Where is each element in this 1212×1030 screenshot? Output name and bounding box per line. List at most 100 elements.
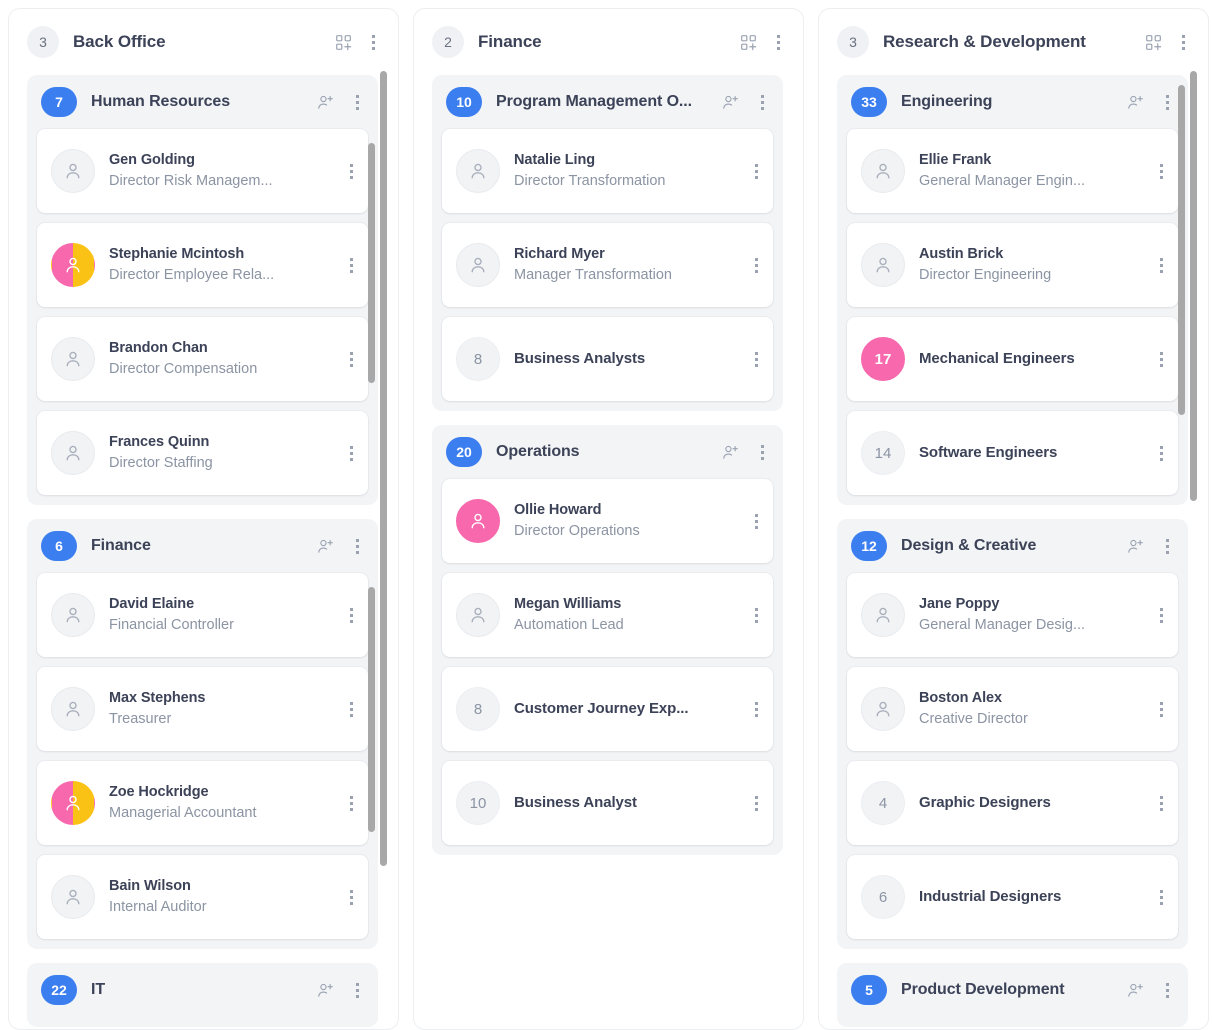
department-column: 3 Research & Development 33 Engineering Elli…: [818, 8, 1209, 1030]
card-overflow-menu-icon[interactable]: [1152, 160, 1170, 182]
team-group-header: 20 Operations: [432, 425, 783, 479]
department-overflow-menu-icon[interactable]: [769, 31, 787, 53]
card-overflow-menu-icon[interactable]: [342, 348, 360, 370]
role-count-badge: 8: [456, 687, 500, 731]
member-card[interactable]: Zoe Hockridge Managerial Accountant: [37, 761, 368, 845]
team-overflow-menu-icon[interactable]: [348, 91, 366, 113]
department-body[interactable]: 33 Engineering Ellie Frank General Manager …: [819, 75, 1208, 1029]
person-avatar-icon: [51, 243, 95, 287]
group-scrollbar-thumb[interactable]: [1178, 85, 1185, 415]
member-card[interactable]: Megan Williams Automation Lead: [442, 573, 773, 657]
team-card-list: Gen Golding Director Risk Managem... Steph…: [27, 129, 378, 495]
card-overflow-menu-icon[interactable]: [1152, 698, 1170, 720]
member-card[interactable]: Natalie Ling Director Transformation: [442, 129, 773, 213]
member-card[interactable]: Richard Myer Manager Transformation: [442, 223, 773, 307]
member-card[interactable]: Stephanie Mcintosh Director Employee Rela…: [37, 223, 368, 307]
team-overflow-menu-icon[interactable]: [348, 979, 366, 1001]
card-overflow-menu-icon[interactable]: [342, 698, 360, 720]
card-overflow-menu-icon[interactable]: [747, 254, 765, 276]
org-chart-board: 3 Back Office 7 Human Resources Gen Golding D…: [0, 0, 1212, 1030]
card-overflow-menu-icon[interactable]: [1152, 348, 1170, 370]
team-group-actions: [316, 979, 366, 1001]
add-person-icon[interactable]: [1126, 981, 1145, 1000]
member-name: Brandon Chan: [109, 339, 208, 356]
member-card[interactable]: Bain Wilson Internal Auditor: [37, 855, 368, 939]
department-body[interactable]: 7 Human Resources Gen Golding Director Risk…: [9, 75, 398, 1029]
add-group-grid-icon[interactable]: [1145, 34, 1162, 51]
card-overflow-menu-icon[interactable]: [342, 792, 360, 814]
member-card[interactable]: Boston Alex Creative Director: [847, 667, 1178, 751]
card-overflow-menu-icon[interactable]: [1152, 886, 1170, 908]
team-overflow-menu-icon[interactable]: [348, 535, 366, 557]
card-overflow-menu-icon[interactable]: [342, 442, 360, 464]
role-card[interactable]: 14 Software Engineers: [847, 411, 1178, 495]
member-card[interactable]: Frances Quinn Director Staffing: [37, 411, 368, 495]
team-count-badge: 5: [851, 975, 887, 1005]
department-overflow-menu-icon[interactable]: [364, 31, 382, 53]
add-person-icon[interactable]: [1126, 93, 1145, 112]
member-info: Richard Myer Manager Transformation: [514, 245, 733, 286]
card-overflow-menu-icon[interactable]: [747, 510, 765, 532]
card-overflow-menu-icon[interactable]: [747, 348, 765, 370]
card-overflow-menu-icon[interactable]: [342, 886, 360, 908]
card-overflow-menu-icon[interactable]: [1152, 792, 1170, 814]
member-info: Natalie Ling Director Transformation: [514, 151, 733, 192]
card-overflow-menu-icon[interactable]: [747, 698, 765, 720]
card-overflow-menu-icon[interactable]: [342, 254, 360, 276]
member-card[interactable]: Brandon Chan Director Compensation: [37, 317, 368, 401]
role-card[interactable]: 4 Graphic Designers: [847, 761, 1178, 845]
member-card[interactable]: Ollie Howard Director Operations: [442, 479, 773, 563]
member-card[interactable]: Max Stephens Treasurer: [37, 667, 368, 751]
department-column: 3 Back Office 7 Human Resources Gen Golding D…: [8, 8, 399, 1030]
member-card[interactable]: Jane Poppy General Manager Desig...: [847, 573, 1178, 657]
department-overflow-menu-icon[interactable]: [1174, 31, 1192, 53]
card-overflow-menu-icon[interactable]: [747, 604, 765, 626]
add-group-grid-icon[interactable]: [335, 34, 352, 51]
add-person-icon[interactable]: [316, 981, 335, 1000]
card-overflow-menu-icon[interactable]: [747, 160, 765, 182]
team-overflow-menu-icon[interactable]: [1158, 91, 1176, 113]
role-name: Graphic Designers: [919, 793, 1051, 811]
team-overflow-menu-icon[interactable]: [753, 441, 771, 463]
team-overflow-menu-icon[interactable]: [1158, 535, 1176, 557]
add-person-icon[interactable]: [721, 443, 740, 462]
card-overflow-menu-icon[interactable]: [1152, 604, 1170, 626]
card-overflow-menu-icon[interactable]: [1152, 442, 1170, 464]
team-overflow-menu-icon[interactable]: [753, 91, 771, 113]
team-group: 7 Human Resources Gen Golding Director Risk…: [27, 75, 378, 505]
member-info: Frances Quinn Director Staffing: [109, 433, 328, 474]
member-role: Creative Director: [919, 711, 1028, 728]
member-card[interactable]: David Elaine Financial Controller: [37, 573, 368, 657]
role-info: Mechanical Engineers: [919, 349, 1138, 369]
member-name: Ellie Frank: [919, 151, 992, 168]
role-card[interactable]: 8 Business Analysts: [442, 317, 773, 401]
card-overflow-menu-icon[interactable]: [342, 604, 360, 626]
add-person-icon[interactable]: [316, 537, 335, 556]
member-card[interactable]: Ellie Frank General Manager Engin...: [847, 129, 1178, 213]
card-overflow-menu-icon[interactable]: [747, 792, 765, 814]
team-group-actions: [721, 441, 771, 463]
column-scrollbar-thumb[interactable]: [380, 71, 387, 866]
member-card[interactable]: Gen Golding Director Risk Managem...: [37, 129, 368, 213]
group-scrollbar-thumb[interactable]: [368, 143, 375, 383]
role-name: Software Engineers: [919, 443, 1058, 461]
column-scrollbar-thumb[interactable]: [1190, 71, 1197, 501]
member-card[interactable]: Austin Brick Director Engineering: [847, 223, 1178, 307]
role-card[interactable]: 6 Industrial Designers: [847, 855, 1178, 939]
role-card[interactable]: 10 Business Analyst: [442, 761, 773, 845]
role-card[interactable]: 8 Customer Journey Exp...: [442, 667, 773, 751]
member-name: David Elaine: [109, 595, 195, 612]
role-card[interactable]: 17 Mechanical Engineers: [847, 317, 1178, 401]
department-body[interactable]: 10 Program Management O... Natalie Ling Dir…: [414, 75, 803, 1029]
member-info: Brandon Chan Director Compensation: [109, 339, 328, 380]
add-person-icon[interactable]: [721, 93, 740, 112]
team-overflow-menu-icon[interactable]: [1158, 979, 1176, 1001]
team-group-title: Finance: [91, 537, 151, 554]
card-overflow-menu-icon[interactable]: [342, 160, 360, 182]
add-person-icon[interactable]: [1126, 537, 1145, 556]
add-person-icon[interactable]: [316, 93, 335, 112]
card-overflow-menu-icon[interactable]: [1152, 254, 1170, 276]
add-group-grid-icon[interactable]: [740, 34, 757, 51]
group-scrollbar-thumb[interactable]: [368, 587, 375, 832]
department-actions: [335, 31, 382, 53]
